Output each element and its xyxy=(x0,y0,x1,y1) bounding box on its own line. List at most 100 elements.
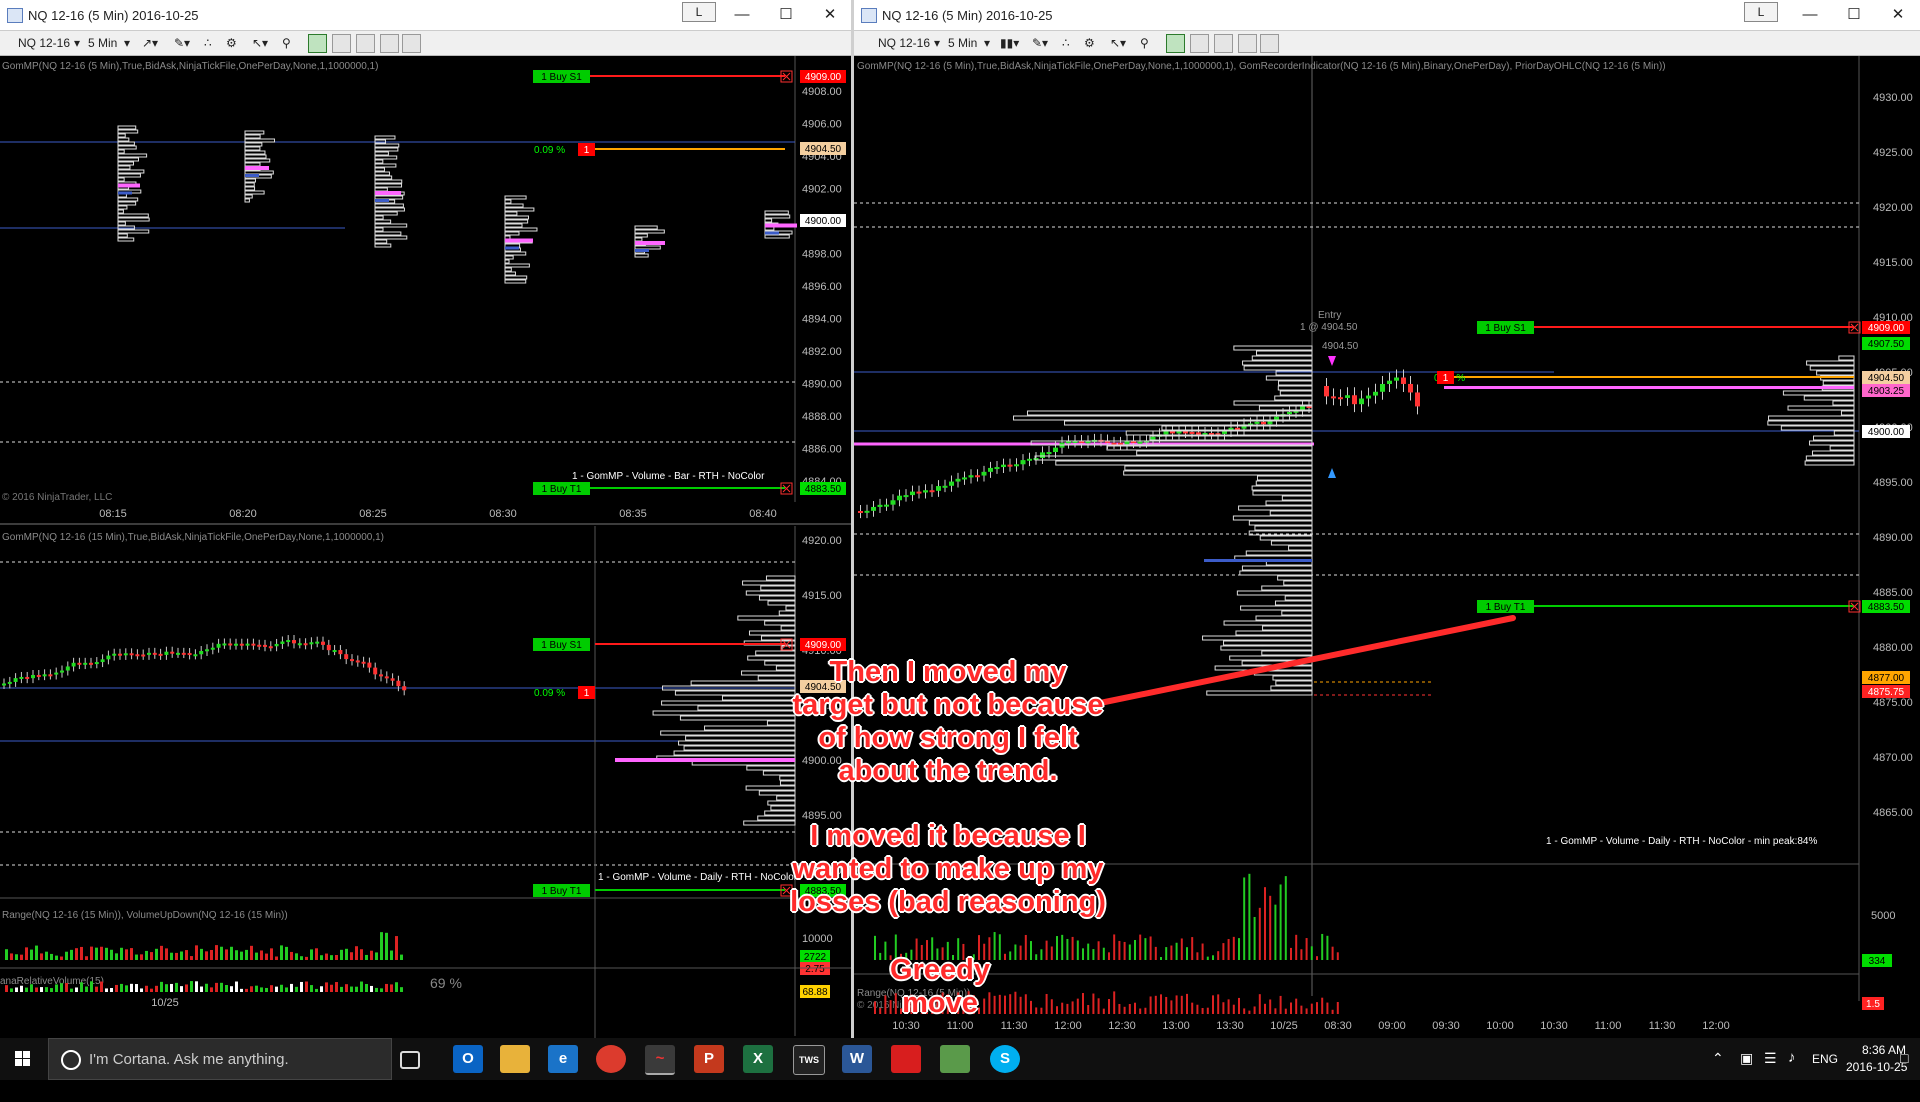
right-today-profile-bar xyxy=(1832,400,1855,406)
outlook-icon[interactable]: O xyxy=(453,1045,483,1073)
rv-bar xyxy=(5,985,8,992)
maximize-icon[interactable]: ☐ xyxy=(764,0,808,30)
tray-chevron-icon[interactable]: ⌃ xyxy=(1712,1050,1724,1092)
minimize-icon[interactable]: — xyxy=(1788,0,1832,30)
chart-style-icon[interactable]: ▮▮▾ xyxy=(1000,36,1019,50)
left-chart-area[interactable]: GomMP(NQ 12-16 (5 Min),True,BidAsk,Ninja… xyxy=(0,56,851,1038)
right-today-body xyxy=(1331,396,1336,399)
powerpoint-icon[interactable]: P xyxy=(694,1045,724,1073)
start-button[interactable] xyxy=(0,1038,46,1080)
rv-bar xyxy=(45,987,48,992)
rv-bar xyxy=(225,984,228,992)
wifi-icon[interactable]: ☰ xyxy=(1764,1050,1777,1092)
notifications-icon[interactable]: □ xyxy=(1900,1050,1908,1092)
chart-trader-icon[interactable] xyxy=(308,34,327,53)
right-today-profile-bar xyxy=(1804,460,1855,466)
bottom-profile-bar xyxy=(755,650,796,656)
right-titlebar[interactable]: NQ 12-16 (5 Min) 2016-10-25 L — ☐ ✕ xyxy=(854,0,1920,31)
top-profile-va xyxy=(245,174,259,177)
indicator-icon[interactable]: ∴ xyxy=(204,36,212,50)
chart-trader-icon[interactable] xyxy=(1166,34,1185,53)
drawing-tool-icon[interactable]: ✎▾ xyxy=(1032,36,1048,50)
right-candle-body xyxy=(910,491,915,496)
snapshot-icon[interactable] xyxy=(356,34,375,53)
strategy-icon[interactable]: ⚙ xyxy=(226,36,237,50)
cortana-search-box[interactable]: I'm Cortana. Ask me anything. xyxy=(48,1038,392,1080)
clock-date[interactable]: 2016-10-25 xyxy=(1846,1060,1907,1102)
volume-icon[interactable]: ♪ xyxy=(1788,1049,1796,1091)
instrument-dropdown-icon[interactable]: ▾ xyxy=(74,36,80,50)
right-vol-bar xyxy=(1326,935,1329,960)
zoom-icon[interactable]: ⚲ xyxy=(1140,36,1149,50)
right-profile-bar xyxy=(1270,540,1313,546)
rv-bar xyxy=(330,984,333,992)
file-explorer-icon[interactable] xyxy=(500,1045,530,1073)
excel-icon[interactable]: X xyxy=(743,1045,773,1073)
range-bar xyxy=(285,946,288,960)
right-vol-bar xyxy=(1191,937,1194,960)
right-profile-bar xyxy=(1235,630,1313,636)
close-icon[interactable]: ✕ xyxy=(1876,0,1920,30)
instrument-selector[interactable]: NQ 12-16 xyxy=(878,36,930,50)
language-indicator[interactable]: ENG xyxy=(1812,1052,1838,1094)
rv-bar xyxy=(50,988,53,992)
acrobat-icon[interactable] xyxy=(891,1045,921,1073)
rv-bar xyxy=(205,983,208,992)
top-profile-bar xyxy=(504,207,535,212)
cursor-icon[interactable]: ↖▾ xyxy=(1110,36,1126,50)
chrome-icon[interactable] xyxy=(596,1045,626,1073)
link-button[interactable]: L xyxy=(682,2,716,22)
data-box-icon[interactable] xyxy=(380,34,399,53)
range-bar xyxy=(170,952,173,960)
snapshot-icon[interactable] xyxy=(1214,34,1233,53)
right-candle-body xyxy=(884,504,889,507)
top-profile-bar xyxy=(504,267,512,272)
tws-icon[interactable]: TWS xyxy=(793,1045,825,1075)
instrument-selector[interactable]: NQ 12-16 xyxy=(18,36,70,50)
skype-icon[interactable]: S xyxy=(990,1045,1020,1073)
right-profile-bar xyxy=(1236,590,1313,596)
range-bar xyxy=(50,953,53,960)
range-val2: 2.75 xyxy=(805,964,825,975)
strategy-icon[interactable]: ⚙ xyxy=(1084,36,1095,50)
bottom-candle-body xyxy=(170,651,175,654)
network-icon[interactable]: ▣ xyxy=(1740,1050,1753,1092)
range-bar xyxy=(400,954,403,960)
interval-dropdown-icon[interactable]: ▾ xyxy=(124,36,130,50)
edge-icon[interactable]: e xyxy=(548,1045,578,1073)
list-icon[interactable] xyxy=(402,34,421,53)
properties-icon[interactable] xyxy=(1190,34,1209,53)
close-icon[interactable]: ✕ xyxy=(808,0,851,30)
right-time-tick: 13:30 xyxy=(1216,1020,1244,1032)
instrument-dropdown-icon[interactable]: ▾ xyxy=(934,36,940,50)
rv-bar xyxy=(120,983,123,992)
link-button[interactable]: L xyxy=(1744,2,1778,22)
minimize-icon[interactable]: — xyxy=(720,0,764,30)
bottom-profile-bar xyxy=(673,750,796,756)
chart-style-icon[interactable]: ↗▾ xyxy=(142,36,158,50)
task-view-icon[interactable] xyxy=(400,1051,420,1069)
left-titlebar[interactable]: NQ 12-16 (5 Min) 2016-10-25 L — ☐ ✕ xyxy=(0,0,851,31)
top-profile-bar xyxy=(764,234,790,239)
properties-icon[interactable] xyxy=(332,34,351,53)
maximize-icon[interactable]: ☐ xyxy=(1832,0,1876,30)
notepad-icon[interactable] xyxy=(940,1045,970,1073)
top-profile-bar xyxy=(374,151,389,156)
range-bar xyxy=(245,949,248,960)
cursor-icon[interactable]: ↖▾ xyxy=(252,36,268,50)
drawing-tool-icon[interactable]: ✎▾ xyxy=(174,36,190,50)
right-candle-body xyxy=(903,495,909,498)
ninjatrader-icon[interactable]: ~ xyxy=(645,1045,675,1075)
interval-selector[interactable]: 5 Min xyxy=(88,36,117,50)
left-chart-svg[interactable]: GomMP(NQ 12-16 (5 Min),True,BidAsk,Ninja… xyxy=(0,56,851,1038)
right-today-body xyxy=(1352,395,1357,405)
interval-dropdown-icon[interactable]: ▾ xyxy=(984,36,990,50)
indicator-icon[interactable]: ∴ xyxy=(1062,36,1070,50)
list-icon[interactable] xyxy=(1260,34,1279,53)
word-icon[interactable]: W xyxy=(842,1045,872,1073)
data-box-icon[interactable] xyxy=(1238,34,1257,53)
interval-selector[interactable]: 5 Min xyxy=(948,36,977,50)
top-price-tick: 4890.00 xyxy=(802,379,842,391)
right-vol-bar xyxy=(1274,904,1277,960)
zoom-icon[interactable]: ⚲ xyxy=(282,36,291,50)
